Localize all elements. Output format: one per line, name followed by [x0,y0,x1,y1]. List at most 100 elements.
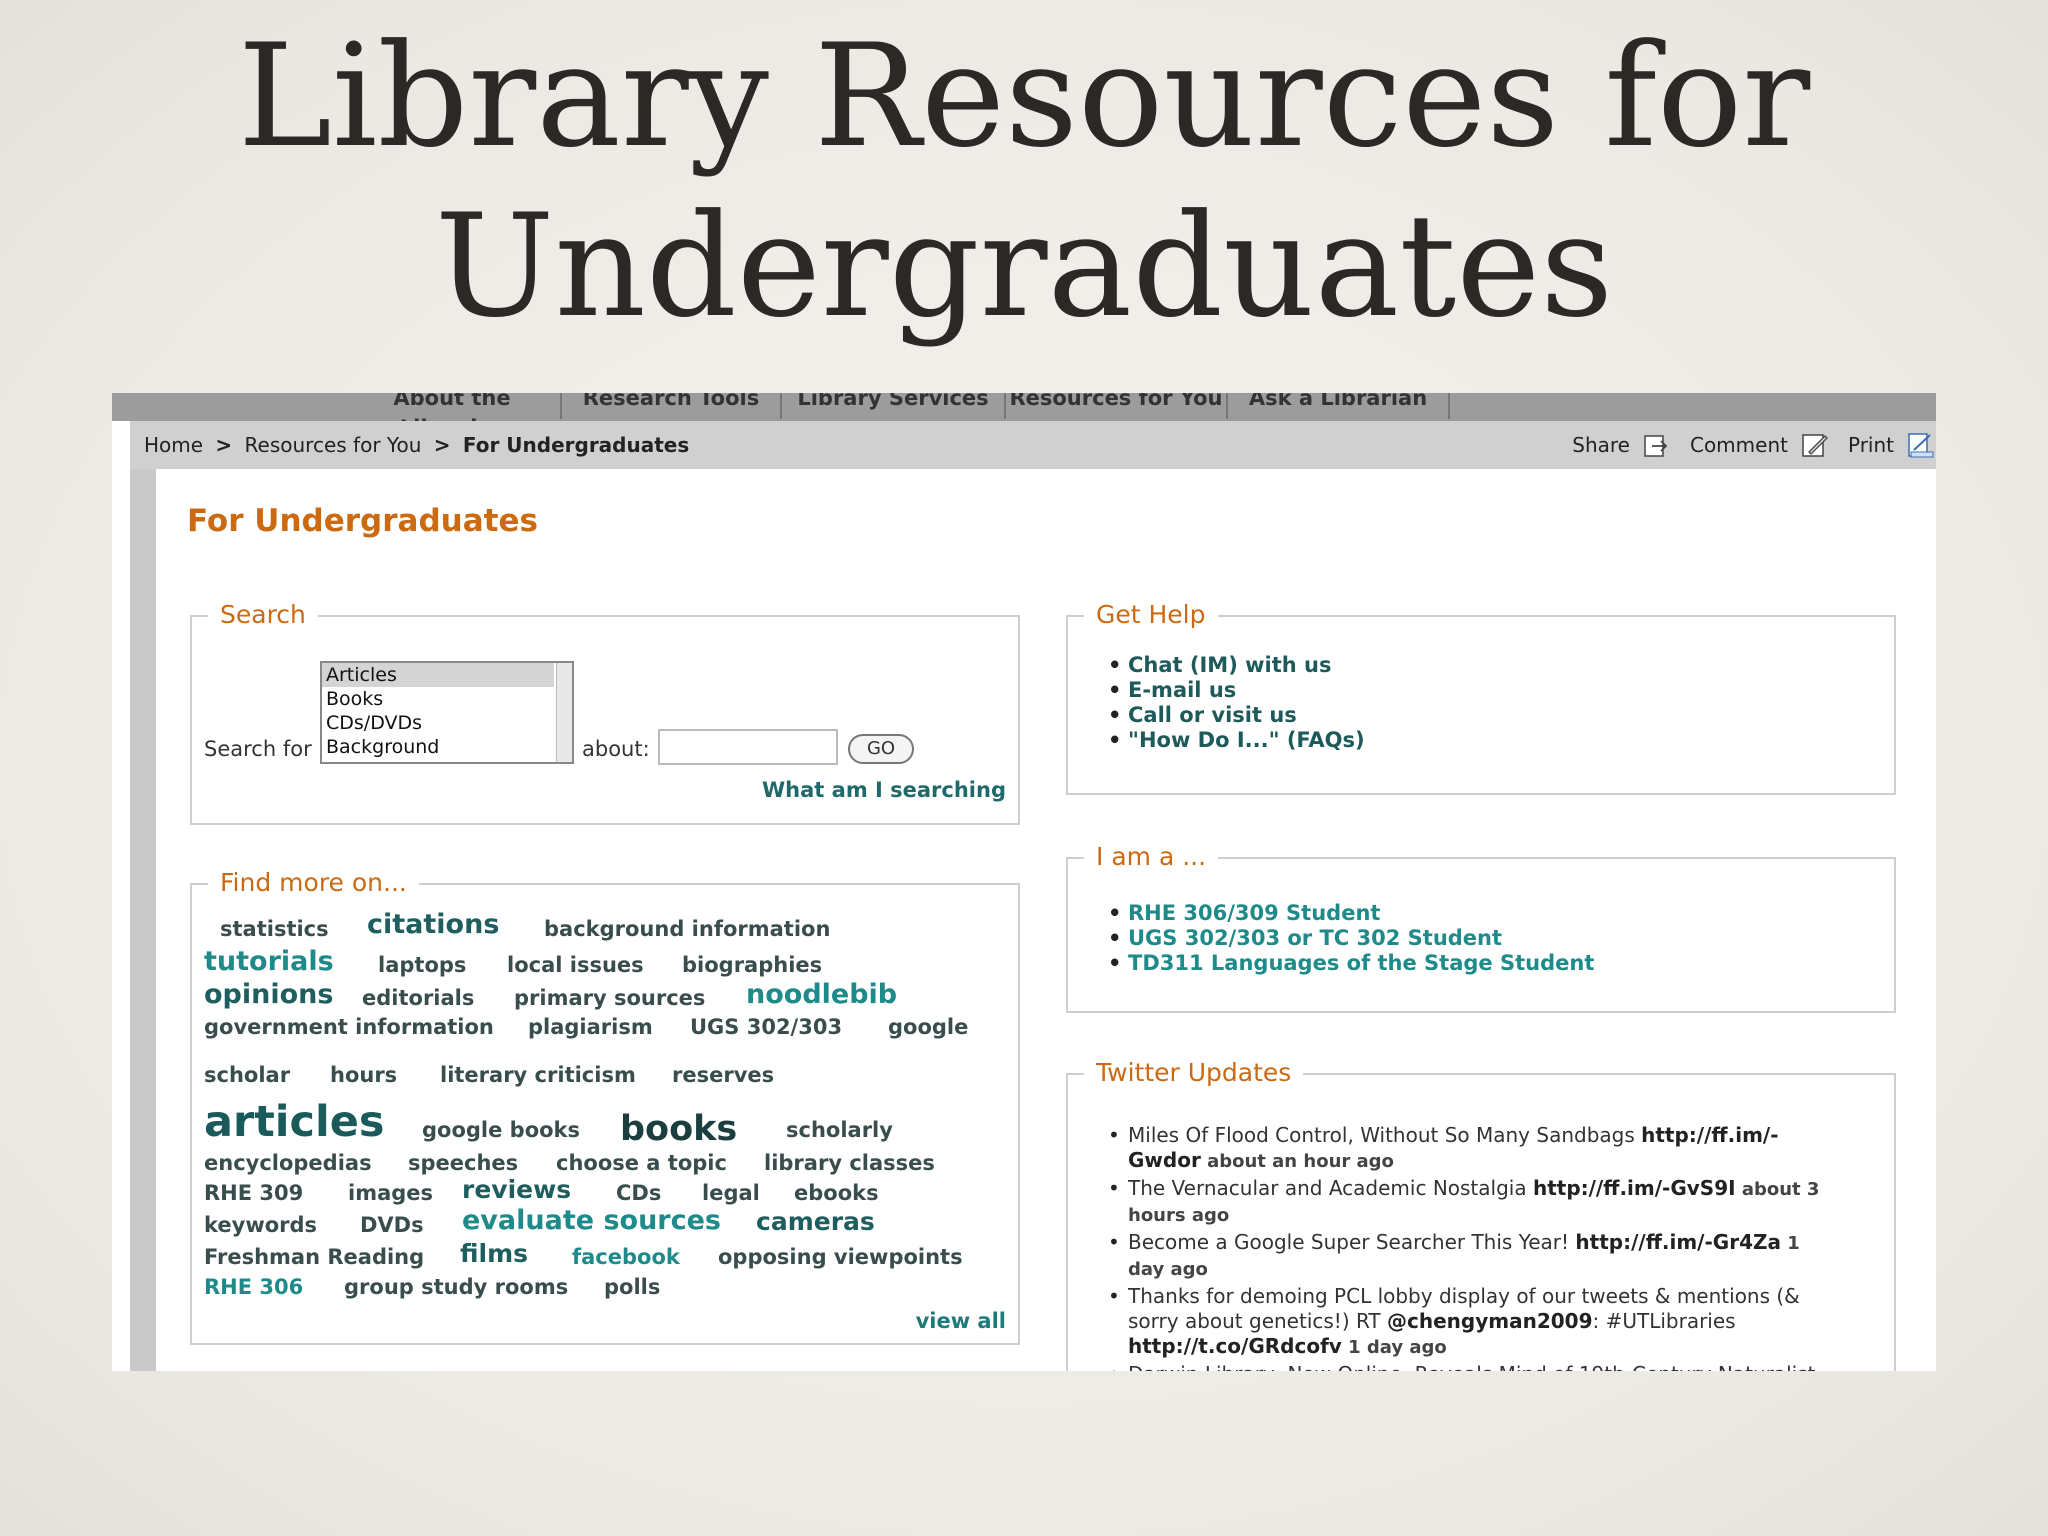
listbox-scrollbar[interactable] [556,663,572,762]
tag-tutorials[interactable]: tutorials [204,946,334,977]
email-us-link[interactable]: E-mail us [1108,678,1365,703]
tag-films[interactable]: films [460,1239,528,1268]
print-label: Print [1847,433,1894,457]
breadcrumb-bar: Home > Resources for You > For Undergrad… [130,421,1936,469]
comment-button[interactable]: Comment [1690,430,1830,460]
share-icon [1644,435,1668,457]
tweet-text: Miles Of Flood Control, Without So Many … [1128,1123,1642,1147]
tag-scholarly[interactable]: scholarly [786,1118,893,1142]
slide-title: Library Resources for Undergraduates [0,12,2048,352]
view-all-link[interactable]: view all [916,1309,1006,1333]
tweet-time[interactable]: about an hour ago [1201,1151,1394,1172]
tweet-link[interactable]: http://ff.im/-Gr4Za [1575,1230,1781,1254]
search-type-listbox[interactable]: Articles Books CDs/DVDs Background Infor… [320,661,574,764]
nav-research-tools[interactable]: Research Tools [562,393,782,419]
share-label: Share [1572,433,1630,457]
tag-freshman-reading[interactable]: Freshman Reading [204,1245,424,1269]
tag-reviews[interactable]: reviews [462,1175,571,1204]
tag-polls[interactable]: polls [604,1275,660,1299]
tweet-text: Darwin Library, Now Online, Reveals Mind… [1128,1362,1815,1371]
twitter-updates-legend: Twitter Updates [1084,1057,1304,1089]
i-am-a-legend: I am a ... [1084,841,1219,873]
tag-ugs-302-303[interactable]: UGS 302/303 [690,1015,842,1039]
tag-plagiarism[interactable]: plagiarism [528,1015,653,1039]
tag-dvds[interactable]: DVDs [360,1213,424,1237]
tag-facebook[interactable]: facebook [572,1245,680,1269]
tweet-list: Miles Of Flood Control, Without So Many … [1108,1123,1838,1371]
search-legend: Search [208,599,318,631]
library-page-screenshot: About the Libraries Research Tools Libra… [112,393,1936,1371]
tag-noodlebib[interactable]: noodlebib [746,979,897,1010]
tag-opposing-viewpoints[interactable]: opposing viewpoints [718,1245,963,1269]
tweet-item: Miles Of Flood Control, Without So Many … [1108,1123,1838,1174]
chat-im-link[interactable]: Chat (IM) with us [1108,653,1365,678]
tweet-mention[interactable]: @chengyman2009 [1387,1309,1593,1333]
get-help-legend: Get Help [1084,599,1218,631]
tweet-link[interactable]: http://ff.im/-GvS9I [1533,1176,1736,1200]
share-button[interactable]: Share [1572,430,1672,460]
tag-encyclopedias[interactable]: encyclopedias [204,1151,372,1175]
tag-group-study-rooms[interactable]: group study rooms [344,1275,568,1299]
breadcrumb-home[interactable]: Home [144,433,203,457]
tag-library-classes[interactable]: library classes [764,1151,935,1175]
tag-keywords[interactable]: keywords [204,1213,317,1237]
what-am-i-searching-link[interactable]: What am I searching [762,778,1006,802]
print-button[interactable]: Print [1848,430,1936,460]
tag-opinions[interactable]: opinions [204,979,333,1010]
tag-hours[interactable]: hours [330,1063,397,1087]
tag-choose-a-topic[interactable]: choose a topic [556,1151,727,1175]
go-button[interactable]: GO [848,734,914,764]
nav-library-services[interactable]: Library Services [782,393,1006,419]
nav-resources-for-you[interactable]: Resources for You [1006,393,1228,419]
i-am-a-panel: I am a ... RHE 306/309 Student UGS 302/3… [1066,841,1896,1013]
tag-biographies[interactable]: biographies [682,953,822,977]
tweet-item: Darwin Library, Now Online, Reveals Mind… [1108,1362,1838,1371]
tag-scholar[interactable]: scholar [204,1063,290,1087]
tag-google[interactable]: google [888,1015,968,1039]
tag-articles[interactable]: articles [204,1097,385,1147]
tag-google-books[interactable]: google books [422,1118,580,1142]
tag-literary-criticism[interactable]: literary criticism [440,1063,636,1087]
search-option-cds-dvds[interactable]: CDs/DVDs [322,711,554,735]
tag-legal[interactable]: legal [702,1181,760,1205]
get-help-list: Chat (IM) with us E-mail us Call or visi… [1108,653,1365,753]
ugs-302-303-student-link[interactable]: UGS 302/303 or TC 302 Student [1108,926,1594,951]
nav-about-the-libraries[interactable]: About the Libraries [344,393,562,421]
tag-background-information[interactable]: background information [544,917,830,941]
tag-ebooks[interactable]: ebooks [794,1181,879,1205]
tag-reserves[interactable]: reserves [672,1063,774,1087]
search-input[interactable] [658,729,838,765]
search-option-books[interactable]: Books [322,687,554,711]
left-gutter [112,421,130,1371]
tweet-link[interactable]: http://t.co/GRdcofv [1128,1334,1342,1358]
tag-images[interactable]: images [348,1181,433,1205]
tag-evaluate-sources[interactable]: evaluate sources [462,1205,721,1236]
breadcrumb-resources-for-you[interactable]: Resources for You [245,433,422,457]
nav-ask-a-librarian[interactable]: Ask a Librarian [1228,393,1450,419]
slide-title-line-2: Undergraduates [434,184,1614,349]
tweet-item: Become a Google Super Searcher This Year… [1108,1230,1838,1282]
rhe-306-309-student-link[interactable]: RHE 306/309 Student [1108,901,1594,926]
call-or-visit-link[interactable]: Call or visit us [1108,703,1365,728]
td311-student-link[interactable]: TD311 Languages of the Stage Student [1108,951,1594,976]
tag-speeches[interactable]: speeches [408,1151,518,1175]
comment-icon [1802,434,1828,457]
page-tools: Share Comment Print [1554,421,1936,469]
search-option-background-information[interactable]: Background Information [322,735,554,762]
tag-cameras[interactable]: cameras [756,1207,875,1236]
tag-editorials[interactable]: editorials [362,986,474,1010]
search-option-articles[interactable]: Articles [322,663,554,687]
about-label: about: [582,737,650,761]
tag-books[interactable]: books [620,1109,737,1149]
tag-primary-sources[interactable]: primary sources [514,986,705,1010]
tag-local-issues[interactable]: local issues [507,953,644,977]
tag-cds[interactable]: CDs [616,1181,661,1205]
tweet-time[interactable]: 1 day ago [1342,1337,1447,1358]
tag-laptops[interactable]: laptops [378,953,466,977]
tag-statistics[interactable]: statistics [220,917,329,941]
tag-citations[interactable]: citations [367,909,499,940]
tag-rhe-309[interactable]: RHE 309 [204,1181,303,1205]
tag-government-information[interactable]: government information [204,1015,494,1039]
tag-rhe-306[interactable]: RHE 306 [204,1275,303,1299]
faqs-link[interactable]: "How Do I..." (FAQs) [1108,728,1365,753]
